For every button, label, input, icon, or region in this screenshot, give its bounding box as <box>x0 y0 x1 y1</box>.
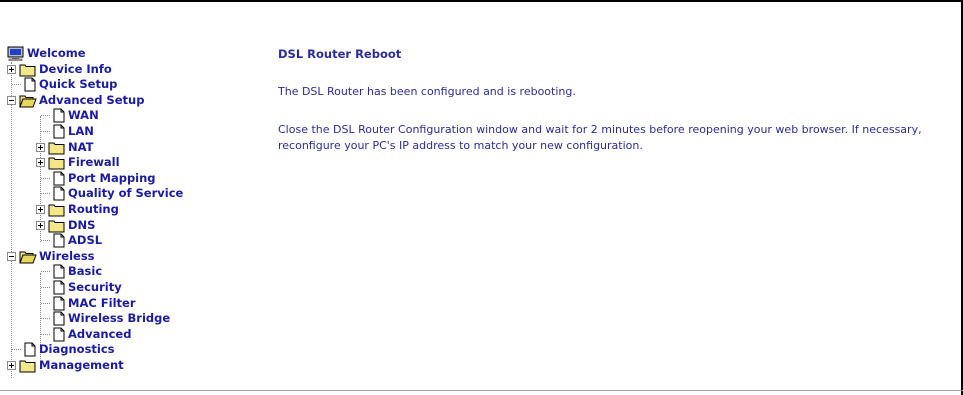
page-icon <box>53 124 65 139</box>
expand-plus-icon[interactable] <box>36 220 45 230</box>
tree-row-security[interactable]: Security <box>7 280 257 296</box>
collapse-minus-icon[interactable] <box>7 95 16 105</box>
reboot-instructions: Close the DSL Router Configuration windo… <box>278 123 922 152</box>
folder-icon <box>19 360 36 373</box>
page-icon <box>53 280 65 295</box>
tree-row-advanced[interactable]: Advanced <box>7 327 257 343</box>
tree-label-dns[interactable]: DNS <box>68 218 95 233</box>
page-icon <box>53 233 65 248</box>
page-icon <box>24 342 36 357</box>
open-folder-icon <box>19 251 37 264</box>
page-icon <box>53 108 65 123</box>
page-title: DSL Router Reboot <box>278 47 402 61</box>
tree-label-quality-of-service[interactable]: Quality of Service <box>68 186 183 201</box>
tree-label-basic[interactable]: Basic <box>68 264 102 279</box>
tree-label-device-info[interactable]: Device Info <box>39 62 112 77</box>
tree-label-advanced[interactable]: Advanced <box>68 327 131 342</box>
tree-label-wireless[interactable]: Wireless <box>39 249 95 264</box>
open-folder-icon <box>19 95 37 108</box>
tree-row-quality-of-service[interactable]: Quality of Service <box>7 186 257 202</box>
tree-row-routing[interactable]: Routing <box>7 202 257 218</box>
tree-label-management[interactable]: Management <box>39 358 124 373</box>
folder-icon <box>48 204 65 217</box>
tree-row-device-info[interactable]: Device Info <box>7 62 257 78</box>
tree-label-welcome[interactable]: Welcome <box>27 46 86 61</box>
computer-icon <box>7 46 24 61</box>
tree-label-quick-setup[interactable]: Quick Setup <box>39 77 117 92</box>
tree-label-routing[interactable]: Routing <box>68 202 119 217</box>
expand-plus-icon[interactable] <box>7 360 16 370</box>
bottom-divider <box>0 390 963 391</box>
tree-row-mac-filter[interactable]: MAC Filter <box>7 296 257 312</box>
tree-label-lan[interactable]: LAN <box>68 124 94 139</box>
tree-row-advanced-setup[interactable]: Advanced Setup <box>7 93 257 109</box>
expand-plus-icon[interactable] <box>36 142 45 152</box>
folder-icon <box>48 157 65 170</box>
expand-plus-icon[interactable] <box>7 64 16 74</box>
tree-row-lan[interactable]: LAN <box>7 124 257 140</box>
tree-row-firewall[interactable]: Firewall <box>7 155 257 171</box>
tree-row-basic[interactable]: Basic <box>7 264 257 280</box>
tree-label-port-mapping[interactable]: Port Mapping <box>68 171 156 186</box>
tree-label-wan[interactable]: WAN <box>68 108 99 123</box>
tree-row-adsl[interactable]: ADSL <box>7 233 257 249</box>
page-icon <box>53 296 65 310</box>
folder-icon <box>19 64 36 77</box>
tree-row-diagnostics[interactable]: Diagnostics <box>7 342 257 358</box>
page-icon <box>53 171 65 186</box>
folder-icon <box>48 220 65 233</box>
tree-label-nat[interactable]: NAT <box>68 140 93 155</box>
page-icon <box>53 264 65 279</box>
tree-label-security[interactable]: Security <box>68 280 122 295</box>
page-icon <box>24 77 36 92</box>
tree-label-advanced-setup[interactable]: Advanced Setup <box>39 93 144 108</box>
tree-label-firewall[interactable]: Firewall <box>68 155 120 170</box>
tree-label-mac-filter[interactable]: MAC Filter <box>68 296 136 311</box>
tree-row-port-mapping[interactable]: Port Mapping <box>7 171 257 187</box>
tree-row-nat[interactable]: NAT <box>7 140 257 156</box>
page-icon <box>53 186 65 201</box>
tree-label-diagnostics[interactable]: Diagnostics <box>39 342 115 357</box>
expand-plus-icon[interactable] <box>36 158 45 168</box>
tree-row-wireless-bridge[interactable]: Wireless Bridge <box>7 311 257 327</box>
folder-icon <box>48 142 65 155</box>
page-icon <box>53 311 65 326</box>
tree-row-dns[interactable]: DNS <box>7 218 257 234</box>
tree-label-wireless-bridge[interactable]: Wireless Bridge <box>68 311 170 326</box>
main-content: DSL Router Reboot The DSL Router has bee… <box>278 47 958 152</box>
tree-row-quick-setup[interactable]: Quick Setup <box>7 77 257 93</box>
tree-row-management[interactable]: Management <box>7 358 257 374</box>
collapse-minus-icon[interactable] <box>7 251 16 261</box>
tree-row-welcome[interactable]: Welcome <box>7 46 257 62</box>
nav-tree: Welcome Device Info Quick Setup Advanced… <box>7 46 257 378</box>
tree-label-adsl[interactable]: ADSL <box>68 233 102 248</box>
reboot-status-message: The DSL Router has been configured and i… <box>278 85 576 98</box>
expand-plus-icon[interactable] <box>36 204 45 214</box>
page-icon <box>53 327 65 342</box>
tree-row-wan[interactable]: WAN <box>7 108 257 124</box>
tree-row-wireless[interactable]: Wireless <box>7 249 257 265</box>
